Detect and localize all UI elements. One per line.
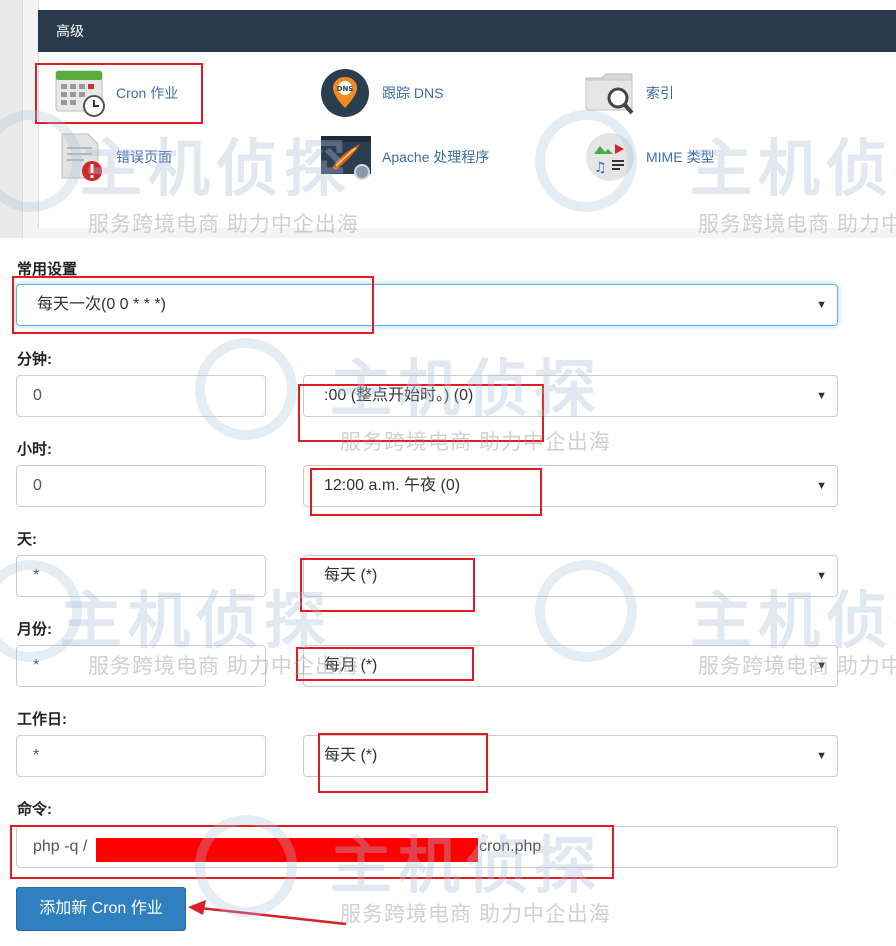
left-sidebar-edge: [0, 0, 23, 238]
mime-types-icon: ♫: [584, 132, 638, 182]
svg-text:DNS: DNS: [337, 85, 354, 93]
watermark-slogan: 服务跨境电商 助力中企出海: [340, 431, 611, 454]
indexes-label: 索引: [646, 85, 674, 101]
mime-types-link[interactable]: ♫ MIME 类型: [584, 132, 714, 182]
month-label: 月份:: [17, 621, 52, 638]
apache-handlers-label: Apache 处理程序: [382, 149, 490, 165]
cron-jobs-link[interactable]: Cron 作业: [54, 68, 178, 118]
chevron-down-icon: ▼: [816, 480, 827, 492]
annotation-arrow-icon: [188, 900, 347, 926]
track-dns-label: 跟踪 DNS: [382, 85, 444, 101]
day-label: 天:: [17, 531, 37, 548]
hour-select-value: 12:00 a.m. 午夜 (0): [324, 477, 461, 494]
track-dns-link[interactable]: DNS 跟踪 DNS: [320, 68, 443, 118]
command-suffix: cron.php: [479, 838, 542, 855]
minute-label: 分钟:: [17, 351, 52, 368]
apache-handler-icon: [320, 132, 374, 182]
dns-pin-icon: DNS: [320, 68, 374, 118]
weekday-select-value: 每天 (*): [324, 747, 378, 764]
advanced-header-title: 高级: [56, 23, 84, 39]
hour-select[interactable]: 12:00 a.m. 午夜 (0) ▼: [303, 465, 838, 507]
error-pages-link[interactable]: 错误页面: [54, 132, 172, 182]
error-pages-label: 错误页面: [116, 149, 172, 165]
error-page-icon: [54, 132, 108, 182]
mime-types-label: MIME 类型: [646, 149, 715, 165]
calendar-clock-icon: [54, 68, 108, 118]
common-settings-label: 常用设置: [17, 261, 78, 278]
weekday-input[interactable]: *: [16, 735, 266, 777]
common-settings-select[interactable]: 每天一次(0 0 * * *) ▼: [16, 284, 838, 326]
hour-input[interactable]: 0: [16, 465, 266, 507]
day-input[interactable]: *: [16, 555, 266, 597]
day-select[interactable]: 每天 (*) ▼: [303, 555, 838, 597]
command-prefix: php -q /: [33, 838, 88, 855]
cron-jobs-label: Cron 作业: [116, 85, 179, 101]
redaction-bar: [96, 838, 478, 862]
weekday-label: 工作日:: [17, 711, 67, 728]
advanced-panel-header: 高级: [38, 10, 896, 52]
chevron-down-icon: ▼: [816, 570, 827, 582]
month-select-value: 每月 (*): [324, 657, 378, 674]
command-label: 命令:: [17, 801, 52, 818]
minute-select[interactable]: :00 (整点开始时。) (0) ▼: [303, 375, 838, 417]
chevron-down-icon: ▼: [816, 299, 827, 311]
folder-search-icon: [584, 68, 638, 118]
svg-text:♫: ♫: [594, 160, 607, 176]
minute-input[interactable]: 0: [16, 375, 266, 417]
chevron-down-icon: ▼: [816, 390, 827, 402]
weekday-select[interactable]: 每天 (*) ▼: [303, 735, 838, 777]
minute-select-value: :00 (整点开始时。) (0): [324, 387, 474, 404]
hour-label: 小时:: [17, 441, 52, 458]
day-select-value: 每天 (*): [324, 567, 378, 584]
watermark-slogan: 服务跨境电商 助力中企出海: [340, 903, 611, 926]
indexes-link[interactable]: 索引: [584, 68, 674, 118]
chevron-down-icon: ▼: [816, 660, 827, 672]
month-select[interactable]: 每月 (*) ▼: [303, 645, 838, 687]
chevron-down-icon: ▼: [816, 750, 827, 762]
month-input[interactable]: *: [16, 645, 266, 687]
add-cron-job-button[interactable]: 添加新 Cron 作业: [16, 887, 186, 931]
common-settings-value: 每天一次(0 0 * * *): [37, 296, 166, 313]
apache-handlers-link[interactable]: Apache 处理程序: [320, 132, 489, 182]
